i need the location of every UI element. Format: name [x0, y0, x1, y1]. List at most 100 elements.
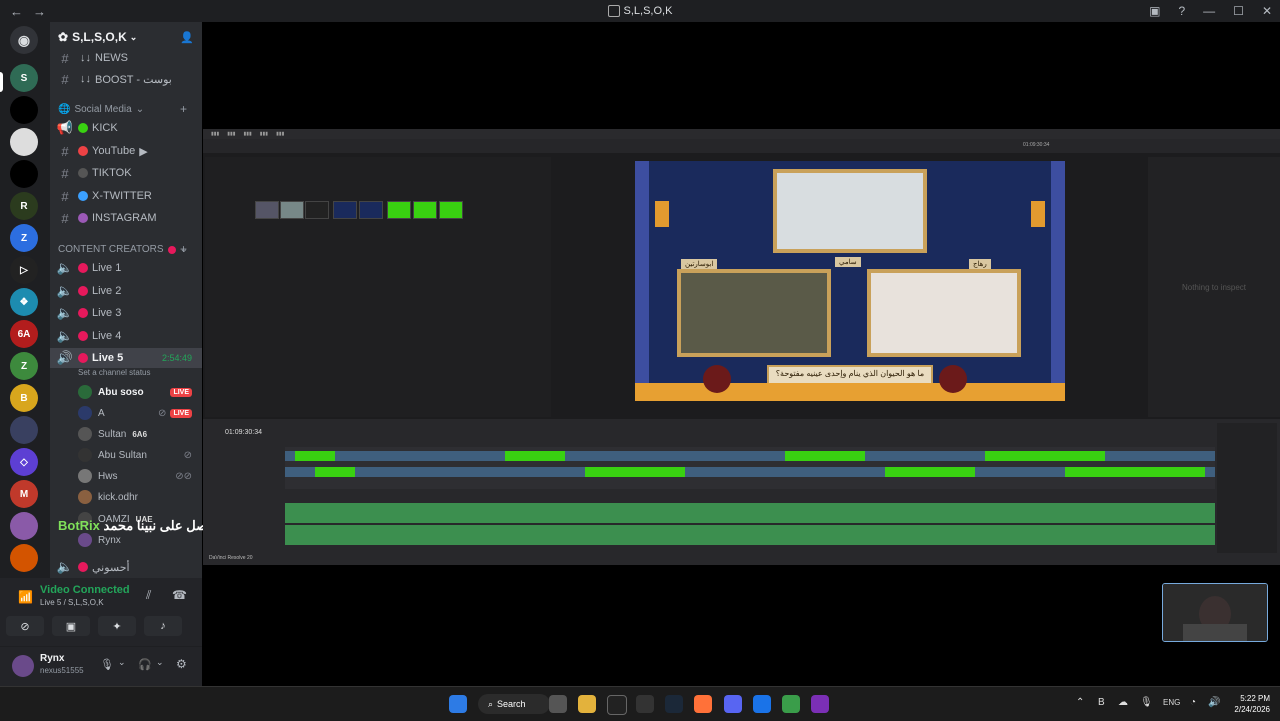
search-box[interactable]: ⌕ Search: [478, 694, 550, 714]
greenscreen-clip[interactable]: [1065, 467, 1205, 477]
server-icon[interactable]: Z: [10, 224, 38, 252]
category-social-media[interactable]: 🌐 Social Media ⌄: [58, 104, 144, 115]
gear-icon[interactable]: ⚙: [176, 657, 187, 671]
menu-item[interactable]: ▮▮▮: [211, 131, 219, 137]
menu-item[interactable]: ▮▮▮: [260, 131, 268, 137]
server-icon[interactable]: ▷: [10, 256, 38, 284]
server-icon[interactable]: R: [10, 192, 38, 220]
start-icon[interactable]: [449, 695, 467, 713]
widgets-icon[interactable]: [549, 695, 567, 713]
chrome-icon[interactable]: [753, 695, 771, 713]
help-icon[interactable]: ?: [1178, 4, 1185, 18]
language-indicator[interactable]: ENG: [1163, 698, 1180, 707]
media-thumbnail[interactable]: [305, 201, 329, 219]
add-channel-icon[interactable]: +: [180, 102, 187, 116]
voice-user[interactable]: Sultan 6A6: [78, 424, 202, 444]
channel-boost[interactable]: # ↓↓ BOOST - بوست: [50, 69, 202, 89]
media-thumbnail[interactable]: [413, 201, 437, 219]
server-icon[interactable]: M: [10, 480, 38, 508]
camera-off-icon[interactable]: ⊘: [6, 616, 44, 636]
channel-live-2[interactable]: 🔈 Live 2: [50, 281, 202, 301]
server-icon[interactable]: B: [10, 384, 38, 412]
menu-item[interactable]: ▮▮▮: [227, 131, 235, 137]
forward-button[interactable]: →: [33, 4, 46, 19]
microphone-icon[interactable]: 🎙: [1140, 697, 1153, 708]
server-icon[interactable]: [10, 128, 38, 156]
activities-icon[interactable]: ✦: [98, 616, 136, 636]
channel-kick[interactable]: 📢 KICK: [50, 118, 202, 138]
server-icon[interactable]: ❖: [10, 288, 38, 316]
chevron-down-icon[interactable]: ⌄: [156, 657, 164, 668]
greenscreen-clip[interactable]: [785, 451, 865, 461]
channel-instagram[interactable]: # INSTAGRAM: [50, 208, 202, 228]
voice-status[interactable]: Video Connected: [40, 584, 130, 596]
headphones-icon[interactable]: 🎧: [138, 658, 152, 671]
close-button[interactable]: ✕: [1262, 4, 1272, 18]
menu-item[interactable]: ▮▮▮: [276, 131, 284, 137]
media-thumbnail[interactable]: [387, 201, 411, 219]
chevron-up-icon[interactable]: ⌃: [1076, 697, 1084, 708]
volume-icon[interactable]: 🔊: [1208, 697, 1220, 708]
discord-home-icon[interactable]: ◉: [10, 26, 38, 54]
avatar[interactable]: [12, 655, 34, 677]
channel-live-1[interactable]: 🔈 Live 1: [50, 258, 202, 278]
menu-item[interactable]: ▮▮▮: [244, 131, 252, 137]
server-icon[interactable]: [10, 416, 38, 444]
media-thumbnail[interactable]: [255, 201, 279, 219]
voice-user[interactable]: Abu Sultan ⊘: [78, 445, 202, 465]
screen-share-icon[interactable]: ▣: [52, 616, 90, 636]
maximize-button[interactable]: ☐: [1233, 4, 1244, 18]
media-thumbnail[interactable]: [333, 201, 357, 219]
category-content-creators[interactable]: CONTENT CREATORS ⌄: [58, 244, 188, 255]
server-icon[interactable]: [10, 544, 38, 572]
minimize-button[interactable]: —: [1203, 4, 1215, 18]
tray-icon[interactable]: B: [1098, 697, 1105, 708]
server-icon[interactable]: ◇: [10, 448, 38, 476]
soundboard-icon[interactable]: ♪: [144, 616, 182, 636]
clock[interactable]: 5:22 PM 2/24/2026: [1222, 693, 1270, 715]
video-viewer[interactable]: ما هو الحيوان الذي ينام وإحدى عينيه مفتو…: [635, 161, 1065, 401]
media-thumbnail[interactable]: [280, 201, 304, 219]
firefox-icon[interactable]: [694, 695, 712, 713]
microphone-icon[interactable]: 🎙: [100, 658, 114, 671]
media-thumbnail[interactable]: [359, 201, 383, 219]
back-button[interactable]: ←: [10, 4, 23, 19]
voice-user[interactable]: Hws ⊘⊘: [78, 466, 202, 486]
media-thumbnail[interactable]: [439, 201, 463, 219]
app-icon[interactable]: [782, 695, 800, 713]
channel-last[interactable]: 🔈 أحسوني: [50, 557, 202, 577]
server-icon[interactable]: [10, 160, 38, 188]
server-icon[interactable]: Z: [10, 352, 38, 380]
wifi-icon[interactable]: ◔: [1190, 697, 1196, 708]
server-icon[interactable]: [10, 96, 38, 124]
server-icon[interactable]: 6A: [10, 320, 38, 348]
channel-news[interactable]: # ↓↓ NEWS: [50, 48, 202, 68]
greenscreen-clip[interactable]: [295, 451, 335, 461]
channel-live-5[interactable]: 🔊 Live 5 2:54:49: [50, 348, 202, 368]
voice-user[interactable]: kick.odhr: [78, 487, 202, 507]
greenscreen-clip[interactable]: [505, 451, 565, 461]
steam-icon[interactable]: [665, 695, 683, 713]
greenscreen-clip[interactable]: [585, 467, 685, 477]
channel-live-3[interactable]: 🔈 Live 3: [50, 303, 202, 323]
voice-user[interactable]: A ⊘ LIVE: [78, 403, 202, 423]
file-explorer-icon[interactable]: [578, 695, 596, 713]
epic-games-icon[interactable]: [607, 695, 627, 715]
audio-clip[interactable]: [285, 503, 1215, 523]
user-name[interactable]: Rynx: [40, 653, 64, 664]
disconnect-icon[interactable]: ☎: [172, 588, 187, 602]
chevron-down-icon[interactable]: ⌄: [118, 657, 126, 668]
server-icon[interactable]: [10, 512, 38, 540]
unity-icon[interactable]: [636, 695, 654, 713]
noise-suppression-icon[interactable]: ⫽: [146, 588, 151, 603]
channel-status[interactable]: Set a channel status: [78, 368, 151, 377]
audio-clip[interactable]: [285, 525, 1215, 545]
nzxt-icon[interactable]: [811, 695, 829, 713]
server-icon[interactable]: S: [10, 64, 38, 92]
add-member-icon[interactable]: 👤: [180, 31, 194, 44]
channel-youtube[interactable]: # YouTube ▶: [50, 141, 202, 161]
discord-icon[interactable]: [724, 695, 742, 713]
voice-user[interactable]: Abu soso LIVE: [78, 382, 202, 402]
channel-tiktok[interactable]: # TIKTOK: [50, 163, 202, 183]
channel-x-twitter[interactable]: # X-TWITTER: [50, 186, 202, 206]
